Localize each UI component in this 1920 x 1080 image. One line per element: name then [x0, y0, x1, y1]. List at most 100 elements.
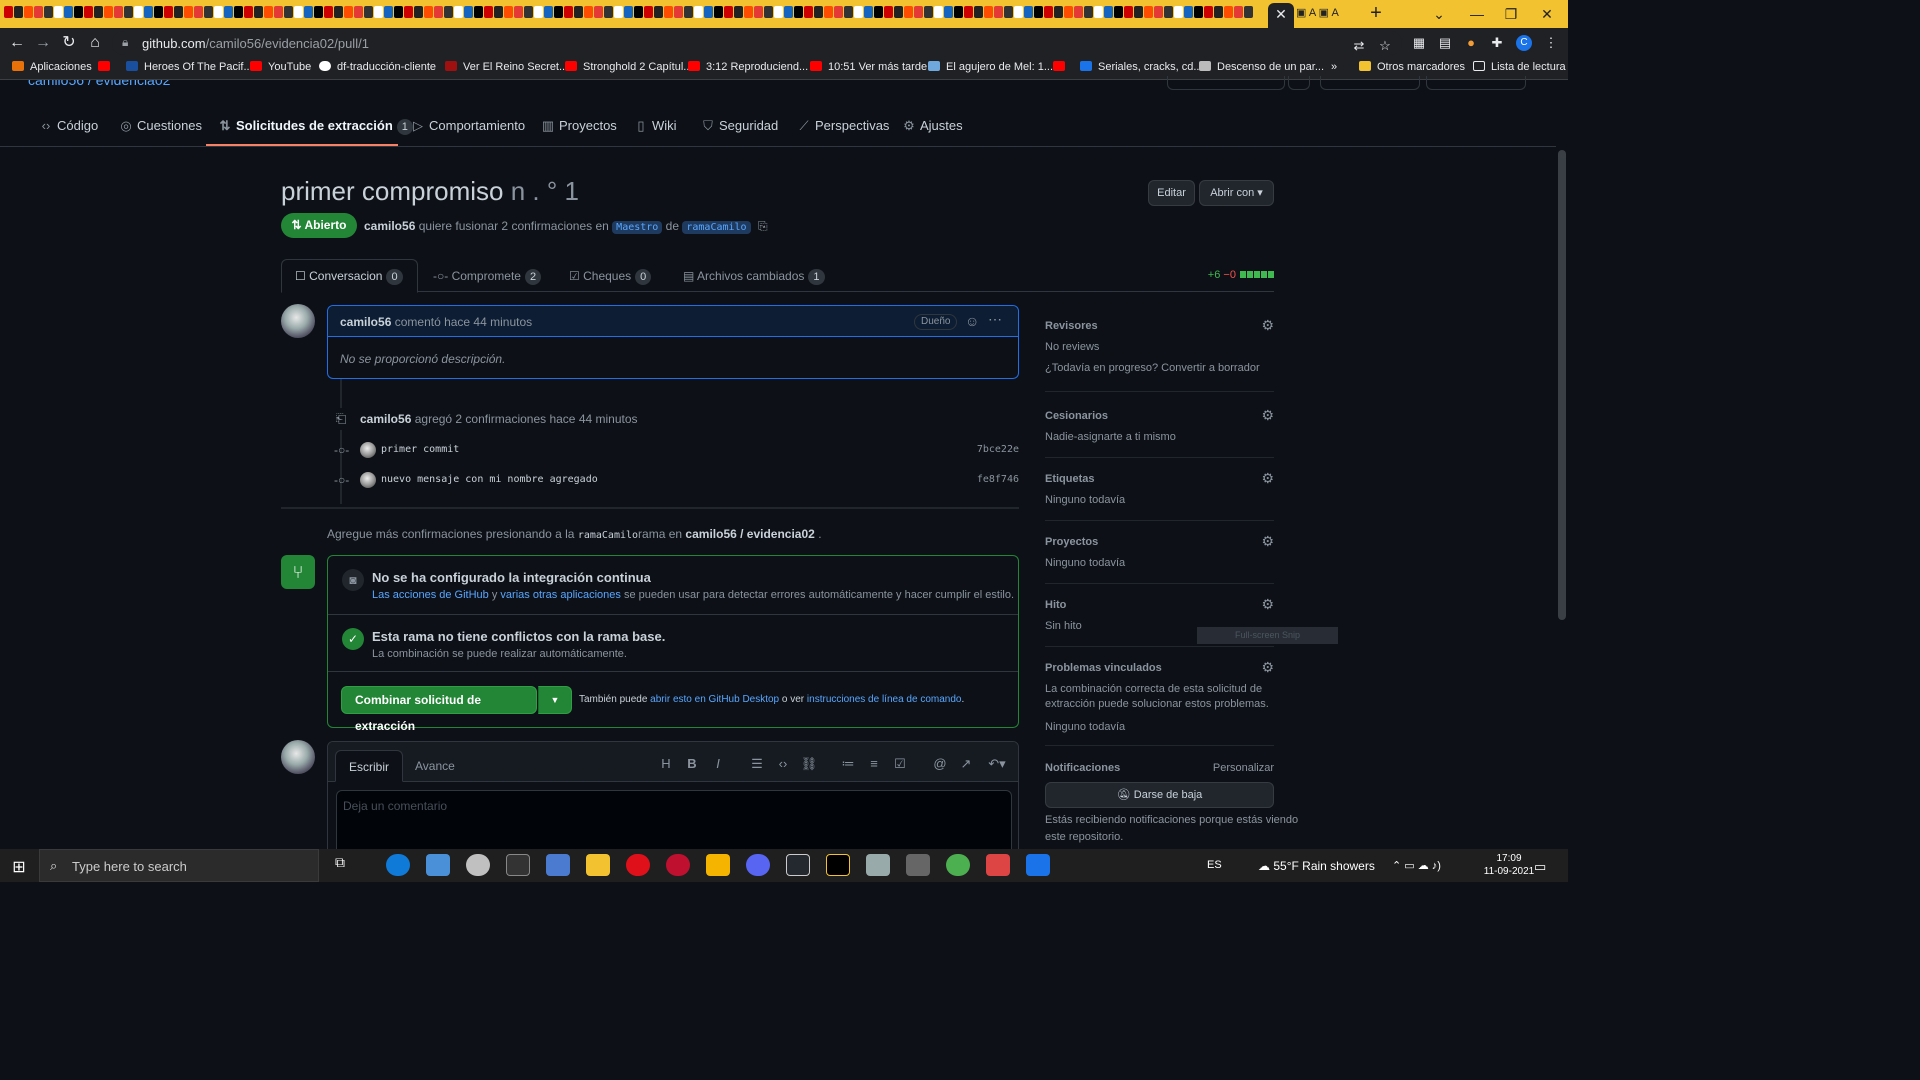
opera-icon[interactable] [626, 854, 650, 876]
tab-preview[interactable]: Avance [402, 750, 468, 782]
tab-favicon[interactable] [1074, 6, 1083, 18]
watch-count[interactable] [1288, 76, 1310, 90]
tab-favicon[interactable] [454, 6, 463, 18]
tab-favicon[interactable] [474, 6, 483, 18]
extensions-puzzle-icon[interactable]: ✚ [1488, 35, 1506, 51]
tab-conversation[interactable]: ☐ Conversacion 0 [295, 269, 403, 285]
tab-favicon[interactable] [1214, 6, 1223, 18]
tab-pull-requests[interactable]: ⇅ Solicitudes de extracción 1 [218, 118, 413, 135]
star-button[interactable] [1320, 76, 1420, 90]
tab-favicon[interactable] [804, 6, 813, 18]
tab-favicon[interactable] [104, 6, 113, 18]
bookmark-item[interactable]: Heroes Of The Pacif... [126, 61, 253, 73]
shield-app-icon[interactable] [1026, 854, 1050, 876]
tab-favicon[interactable] [644, 6, 653, 18]
head-branch[interactable]: ramaCamilo [682, 221, 751, 234]
url-text[interactable]: github.com/camilo56/evidencia02/pull/1 [142, 36, 369, 51]
bookmark-item[interactable]: Descenso de un par... [1199, 61, 1324, 73]
tab-favicon[interactable] [524, 6, 533, 18]
gear-icon[interactable]: ⚙ [1261, 317, 1274, 334]
tab-favicon[interactable] [1164, 6, 1173, 18]
tab-favicon[interactable] [534, 6, 543, 18]
sidebar-title[interactable]: Revisores [1045, 320, 1098, 332]
lock-icon[interactable]: 🔒︎ [122, 35, 128, 50]
commit-sha[interactable]: 7bce22e [977, 444, 1019, 455]
reload-icon[interactable]: ↻ [58, 33, 80, 53]
commit-message[interactable]: nuevo mensaje con mi nombre agregado [381, 474, 598, 485]
app-icon[interactable] [986, 854, 1010, 876]
reading-list[interactable]: Lista de lectura [1473, 61, 1566, 73]
tab-favicon[interactable] [4, 6, 13, 18]
tab-favicon[interactable] [424, 6, 433, 18]
tab-favicon[interactable] [514, 6, 523, 18]
clock[interactable]: 17:09 11-09-2021 [1482, 852, 1536, 878]
tab-favicon[interactable] [44, 6, 53, 18]
bookmark-youtube-item[interactable]: 10:51 Ver más tarde [810, 61, 927, 73]
tab-favicon[interactable] [774, 6, 783, 18]
profile-avatar[interactable]: C [1516, 35, 1532, 51]
tab-favicon[interactable] [234, 6, 243, 18]
tab-favicon[interactable] [54, 6, 63, 18]
tab-favicon[interactable] [1054, 6, 1063, 18]
tab-favicon[interactable] [324, 6, 333, 18]
tab-favicon[interactable] [944, 6, 953, 18]
bookmark-star-icon[interactable]: ☆ [1376, 38, 1394, 54]
weather-widget[interactable]: ☁ 55°F Rain showers [1258, 859, 1375, 873]
tab-favicon[interactable] [914, 6, 923, 18]
tab-favicon[interactable] [334, 6, 343, 18]
tab-favicon[interactable] [374, 6, 383, 18]
emoji-reaction-icon[interactable]: ☺ [965, 313, 979, 329]
tab-favicon[interactable] [124, 6, 133, 18]
bookmark-youtube-item[interactable]: Stronghold 2 Capítul... [565, 61, 692, 73]
tab-favicon[interactable] [554, 6, 563, 18]
task-list-icon[interactable]: ☑ [891, 756, 909, 772]
open-desktop-link[interactable]: abrir esto en GitHub Desktop [650, 694, 779, 705]
tab-favicon[interactable] [784, 6, 793, 18]
file-explorer-icon[interactable] [706, 854, 730, 876]
tab-issues[interactable]: ◎ Cuestiones [119, 118, 202, 134]
taskbar-search[interactable]: ⌕ Type here to search [39, 849, 319, 882]
mention-icon[interactable]: @ [931, 756, 949, 771]
tab-favicon[interactable] [384, 6, 393, 18]
tab-favicon[interactable] [144, 6, 153, 18]
tab-favicon[interactable] [494, 6, 503, 18]
tab-favicon[interactable] [174, 6, 183, 18]
app-icon[interactable] [786, 854, 810, 876]
tab-favicon[interactable] [874, 6, 883, 18]
cookie-extension-icon[interactable]: ● [1462, 35, 1480, 51]
bookmark-item[interactable]: Seriales, cracks, cd... [1080, 61, 1203, 73]
tab-favicon[interactable] [154, 6, 163, 18]
tab-favicon[interactable] [354, 6, 363, 18]
tab-favicon[interactable] [74, 6, 83, 18]
tab-favicon[interactable] [864, 6, 873, 18]
app-icon[interactable] [546, 854, 570, 876]
bookmark-github[interactable]: df-traducción-cliente [319, 61, 436, 73]
gear-icon[interactable]: ⚙ [1261, 596, 1274, 613]
tab-favicon[interactable] [264, 6, 273, 18]
repo-breadcrumb[interactable]: camilo56 / evidencia02 [28, 80, 268, 88]
tab-favicon[interactable] [764, 6, 773, 18]
tab-favicon[interactable] [904, 6, 913, 18]
tab-favicon[interactable] [664, 6, 673, 18]
back-icon[interactable]: ← [6, 33, 28, 53]
avatar[interactable] [281, 304, 315, 338]
tab-favicon[interactable] [224, 6, 233, 18]
avatar[interactable] [281, 740, 315, 774]
bookmark-folder-other[interactable]: Otros marcadores [1359, 61, 1465, 73]
tab-favicon[interactable] [964, 6, 973, 18]
minimize-button[interactable]: — [1462, 4, 1492, 24]
home-icon[interactable]: ⌂ [84, 33, 106, 53]
quote-icon[interactable]: ☰ [748, 756, 766, 772]
tab-code[interactable]: ‹› Código [39, 118, 99, 133]
tab-favicon[interactable] [194, 6, 203, 18]
base-branch[interactable]: Maestro [612, 221, 663, 234]
reply-icon[interactable]: ↶▾ [985, 756, 1009, 772]
tab-favicon[interactable] [184, 6, 193, 18]
tab-favicon[interactable] [94, 6, 103, 18]
tab-favicon[interactable] [744, 6, 753, 18]
tab-favicon[interactable] [1244, 6, 1253, 18]
tab-favicon[interactable] [134, 6, 143, 18]
merge-button[interactable]: Combinar solicitud de extracción [341, 686, 537, 733]
tab-favicon[interactable] [924, 6, 933, 18]
tab-wiki[interactable]: ▯ Wiki [634, 118, 676, 134]
